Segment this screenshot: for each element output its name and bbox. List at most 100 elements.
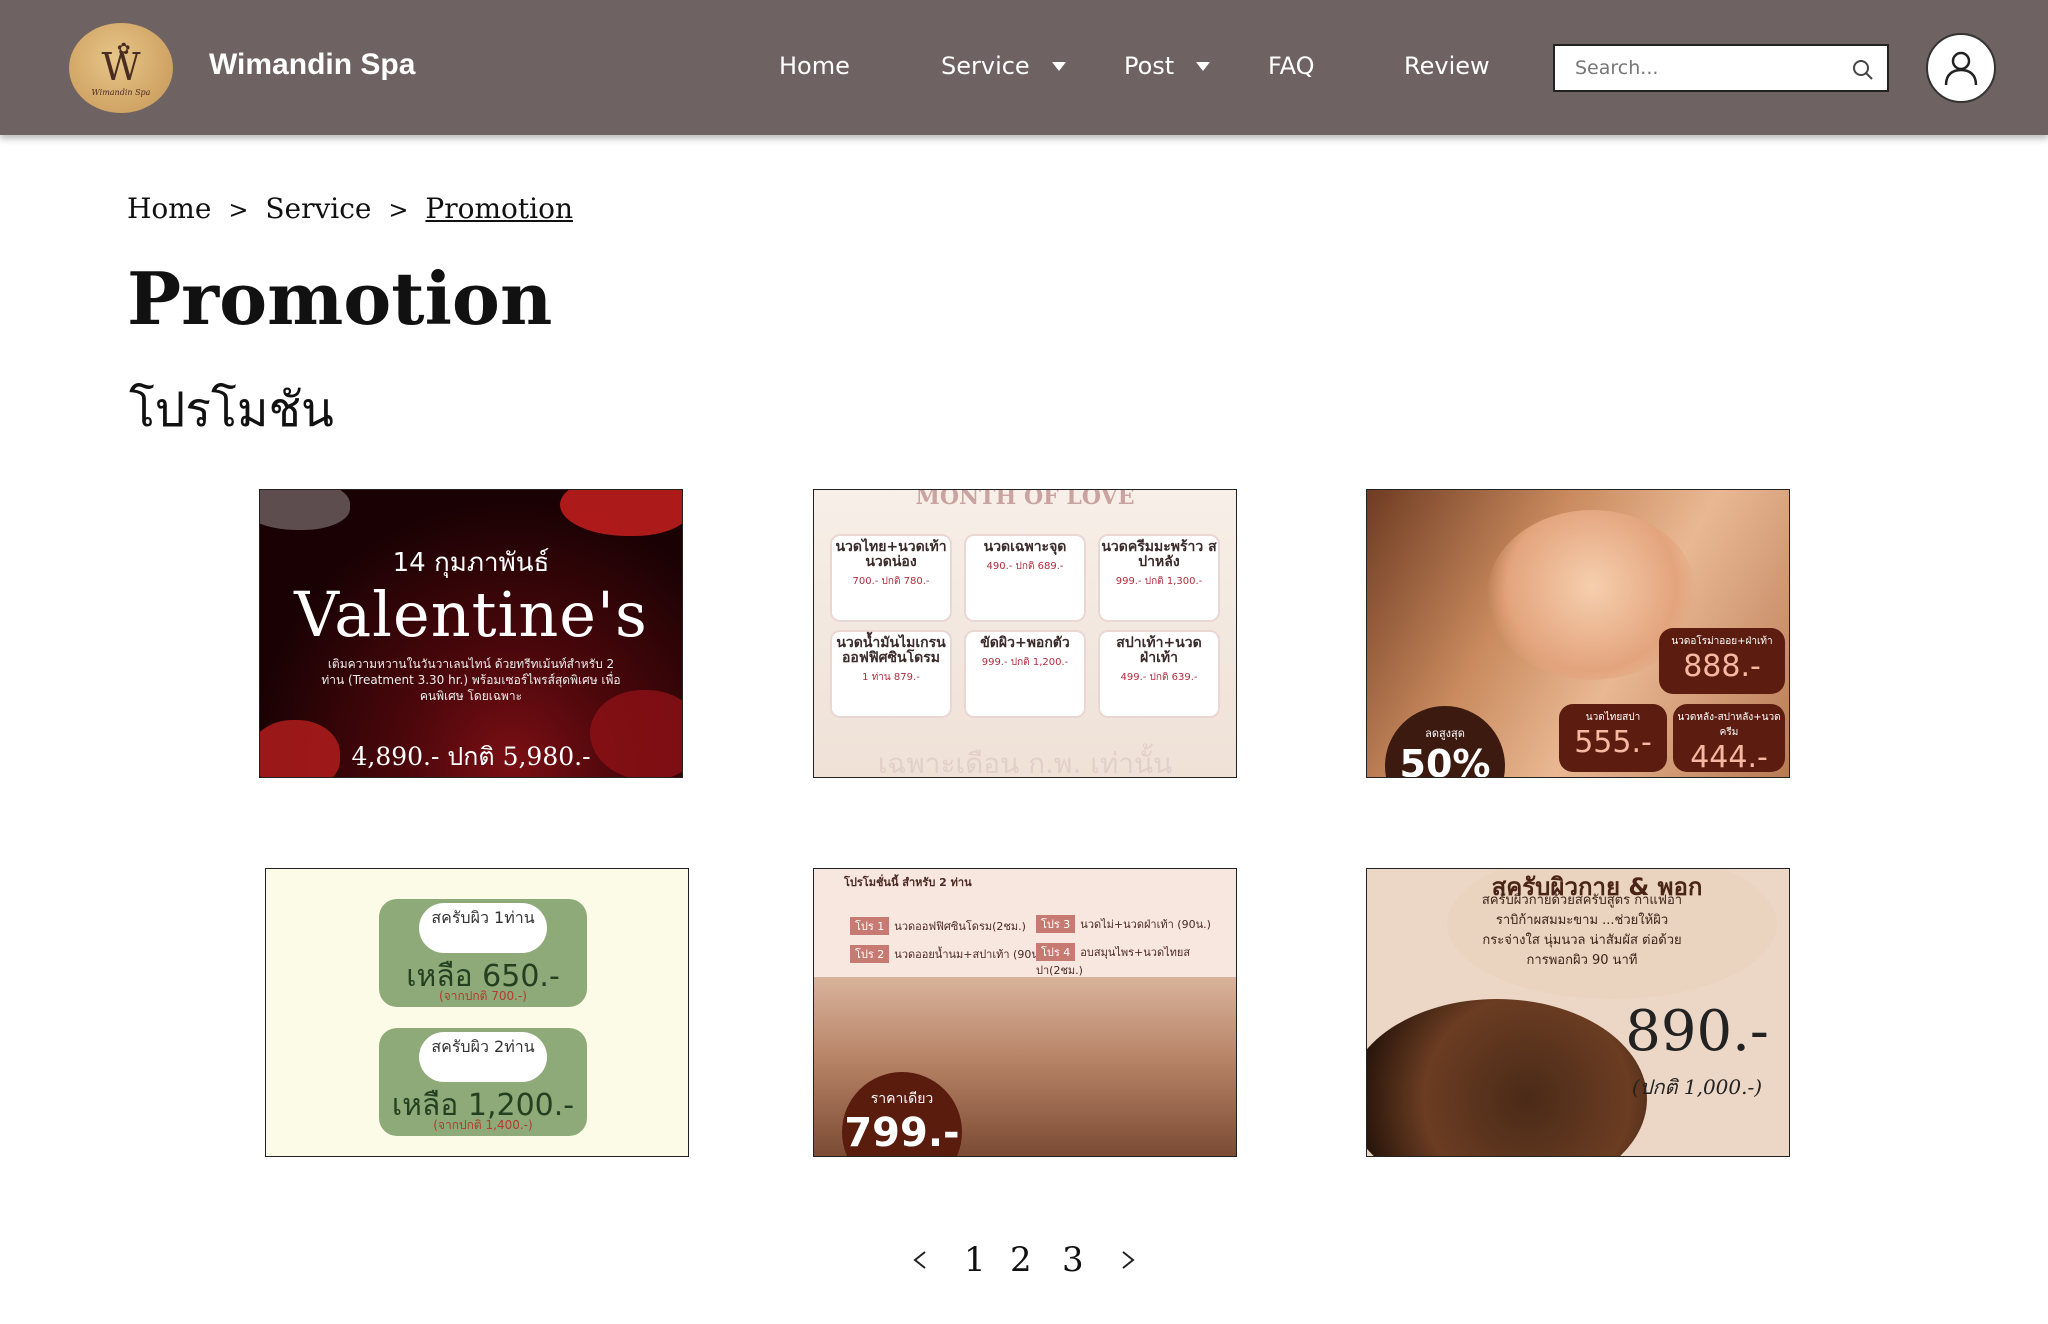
search-icon[interactable] [1851, 57, 1875, 81]
promo-card-valentine[interactable]: 14 กุมภาพันธ์ Valentine's เติมความหวานใน… [259, 489, 683, 778]
price-badge-value: 799.- [844, 1110, 960, 1156]
breadcrumb-separator: > [388, 196, 409, 224]
promo-option-old-price: (จากปกติ 1,400.-) [433, 1118, 533, 1132]
promo-item-price: 499.- ปกติ 639.- [1120, 672, 1198, 683]
breadcrumb-separator: > [228, 196, 249, 224]
promo-item-name: นวดเฉพาะจุด [983, 539, 1067, 555]
promo-item-name: ขัดผิว+พอกตัว [980, 635, 1070, 651]
chevron-down-icon[interactable] [1196, 61, 1211, 71]
nav-home-label: Home [779, 52, 850, 80]
promo-option: สครับผิว 1ท่าน เหลือ 650.- (จากปกติ 700.… [379, 899, 587, 1007]
search-input[interactable] [1555, 46, 1835, 90]
promo-item-name: นวดครีมมะพร้าว สปาหลัง [1101, 539, 1217, 570]
price-badge-value: 555.- [1574, 725, 1652, 760]
promo-option: โปร 3 นวดไม่+นวดฝ่าเท้า (90น.) [1036, 915, 1211, 933]
nav-home[interactable]: Home [779, 52, 850, 80]
promo-footer: เฉพาะเดือน ก.พ. เท่านั้น [877, 747, 1173, 778]
promo-card-scrub[interactable]: สครับผิว 1ท่าน เหลือ 650.- (จากปกติ 700.… [265, 868, 689, 1157]
page-title: Promotion [127, 256, 553, 341]
promo-description: สครับผิวกายด้วยสครับสูตร กาแฟอาราบิก้าผส… [1481, 893, 1683, 968]
promo-item-price: 999.- ปกติ 1,300.- [1115, 576, 1203, 587]
promo-item-name: นวดน้ำมันไมเกรน ออฟฟิศซินโดรม [836, 635, 946, 666]
promo-item-price: 999.- ปกติ 1,200.- [981, 657, 1069, 668]
nav-post-label: Post [1124, 52, 1175, 80]
user-icon [1944, 51, 1978, 86]
nav-faq[interactable]: FAQ [1268, 52, 1315, 80]
page-3-link[interactable]: 3 [1062, 1240, 1084, 1280]
price-badge-label: นวดไทยสปา [1585, 712, 1641, 723]
promo-item-name: สปาเท้า+นวดฝ่าเท้า [1116, 635, 1202, 666]
promo-item: นวดน้ำมันไมเกรน ออฟฟิศซินโดรม 1 ท่าน 879… [830, 630, 952, 718]
promo-item-name: นวดไทย+นวดเท้า นวดน่อง [835, 539, 947, 570]
promo-old-price: (ปกติ 1,000.-) [1631, 1075, 1763, 1099]
breadcrumb-home[interactable]: Home [127, 192, 211, 225]
nav-service-label: Service [941, 52, 1030, 80]
page-2-link[interactable]: 2 [1010, 1240, 1032, 1280]
promo-card-massage[interactable]: นวดอโรม่าออย+ฝ่าเท้า 888.- นวดไทยสปา 555… [1366, 489, 1790, 778]
page-1-link[interactable]: 1 [964, 1240, 986, 1280]
promo-item: นวดเฉพาะจุด 490.- ปกติ 689.- [964, 534, 1086, 622]
brand-name[interactable]: Wimandin Spa [209, 48, 415, 82]
user-account-button[interactable] [1926, 33, 1996, 103]
promo-tag: โปร 2 [850, 945, 890, 963]
chevron-right-icon[interactable] [1120, 1250, 1136, 1270]
promo-option-label: สครับผิว 1ท่าน [419, 903, 547, 953]
promo-option: โปร 4 อบสมุนไพร+นวดไทยสปา(2ชม.) [1036, 943, 1236, 979]
discount-value: 50% [1399, 742, 1491, 778]
promo-option: โปร 2 นวดออยน้ำนม+สปาเท้า (90น.) [850, 945, 1047, 963]
nav-post[interactable]: Post [1124, 52, 1211, 80]
promo-date: 14 กุมภาพันธ์ [392, 548, 550, 578]
promo-item: สปาเท้า+นวดฝ่าเท้า 499.- ปกติ 639.- [1098, 630, 1220, 718]
price-badge: นวดไทยสปา 555.- [1559, 704, 1667, 772]
promo-price: 4,890.- ปกติ 5,980.- [351, 742, 591, 771]
breadcrumb-service[interactable]: Service [265, 192, 371, 225]
discount-label: ลดสูงสุด [1425, 727, 1465, 740]
promo-item: นวดครีมมะพร้าว สปาหลัง 999.- ปกติ 1,300.… [1098, 534, 1220, 622]
promo-headline: Valentine's [294, 578, 648, 651]
breadcrumb: Home > Service > Promotion [127, 192, 573, 225]
price-badge-value: 888.- [1683, 649, 1761, 684]
promo-item: นวดไทย+นวดเท้า นวดน่อง 700.- ปกติ 780.- [830, 534, 952, 622]
promo-option-text: นวดออยน้ำนม+สปาเท้า (90น.) [894, 948, 1047, 961]
search-box [1553, 44, 1889, 92]
chevron-down-icon[interactable] [1051, 61, 1066, 71]
promo-tag: โปร 3 [1036, 915, 1076, 933]
top-navbar: ✿ W Wimandin Spa Wimandin Spa Home Servi… [0, 0, 2048, 135]
price-badge: นวดอโรม่าออย+ฝ่าเท้า 888.- [1659, 628, 1785, 694]
price-badge-label: ราคาเดียว [870, 1091, 934, 1107]
promo-option-old-price: (จากปกติ 700.-) [439, 989, 527, 1003]
price-badge-value: 444.- [1690, 740, 1768, 775]
promo-item-price: 490.- ปกติ 689.- [986, 561, 1064, 572]
body-photo [1367, 999, 1647, 1156]
nav-review[interactable]: Review [1404, 52, 1490, 80]
nav-review-label: Review [1404, 52, 1490, 80]
promo-header: MONTH OF LOVE [915, 489, 1135, 510]
nav-faq-label: FAQ [1268, 52, 1315, 80]
discount-badge: ลดสูงสุด 50% [1385, 706, 1505, 778]
promo-header: โปรโมชั่นนี้ สำหรับ 2 ท่าน [844, 876, 972, 889]
promo-card-coffee-scrub[interactable]: สครับผิวกาย & พอก สครับผิวกายด้วยสครับสู… [1366, 868, 1790, 1157]
promo-option-text: นวดออฟฟิศซินโดรม(2ชม.) [894, 920, 1026, 933]
price-badge-label: นวดหลัง-สปาหลัง+นวดครีม [1677, 712, 1781, 738]
petal-shape [560, 490, 682, 536]
page-subtitle: โปรโมชัน [129, 382, 334, 438]
breadcrumb-current[interactable]: Promotion [425, 192, 573, 225]
logo-tagline: Wimandin Spa [91, 87, 151, 97]
promo-card-month-of-love[interactable]: MONTH OF LOVE นวดไทย+นวดเท้า นวดน่อง 700… [813, 489, 1237, 778]
promo-tag: โปร 4 [1036, 943, 1076, 961]
promo-option: สครับผิว 2ท่าน เหลือ 1,200.- (จากปกติ 1,… [379, 1028, 587, 1136]
promo-tag: โปร 1 [850, 917, 890, 935]
promo-item-price: 700.- ปกติ 780.- [852, 576, 930, 587]
promo-description: เติมความหวานในวันวาเลนไทน์ ด้วยทรีทเม้นท… [321, 657, 621, 703]
promo-card-couple[interactable]: โปรโมชั่นนี้ สำหรับ 2 ท่าน โปร 1 นวดออฟฟิ… [813, 868, 1237, 1157]
nav-service[interactable]: Service [941, 52, 1066, 80]
chevron-left-icon[interactable] [912, 1250, 928, 1270]
promo-item-price: 1 ท่าน 879.- [862, 672, 920, 683]
promo-item: ขัดผิว+พอกตัว 999.- ปกติ 1,200.- [964, 630, 1086, 718]
spa-logo[interactable]: ✿ W Wimandin Spa [69, 23, 173, 113]
promo-option-text: นวดไม่+นวดฝ่าเท้า (90น.) [1080, 918, 1211, 931]
petal-shape [260, 490, 350, 530]
leaf-icon: ✿ [117, 41, 131, 58]
promo-option-label: สครับผิว 2ท่าน [419, 1032, 547, 1082]
price-badge: นวดหลัง-สปาหลัง+นวดครีม 444.- [1673, 704, 1785, 775]
